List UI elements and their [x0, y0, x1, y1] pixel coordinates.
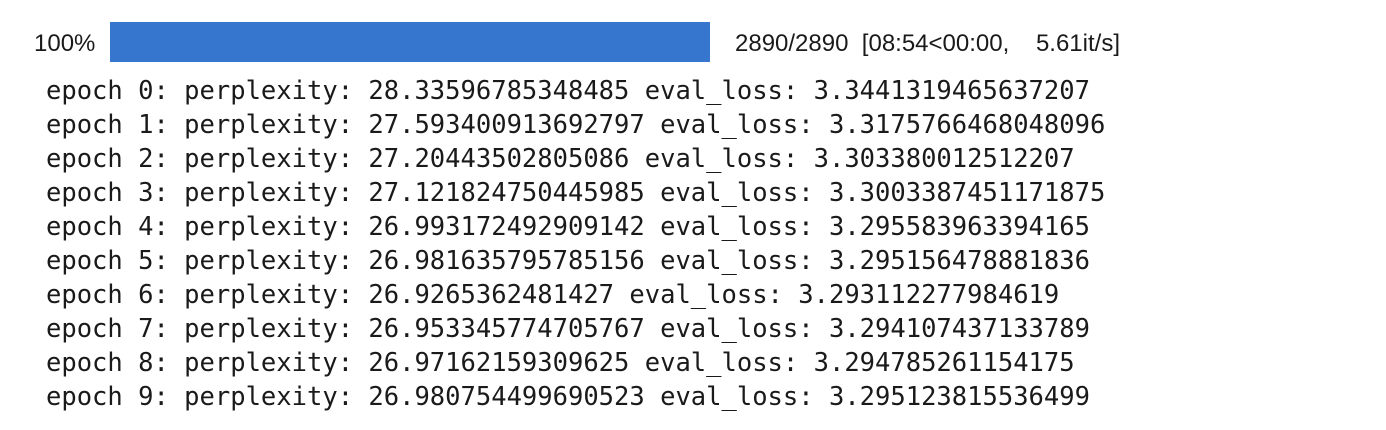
log-line: epoch 8: perplexity: 26.97162159309625 e… — [46, 348, 1075, 378]
progress-row: 100% 2890/2890 [08:54<00:00, 5.61it/s] — [0, 22, 1386, 62]
notebook-output-cell: 100% 2890/2890 [08:54<00:00, 5.61it/s] e… — [0, 0, 1386, 430]
log-line: epoch 6: perplexity: 26.9265362481427 ev… — [46, 280, 1060, 310]
log-line: epoch 2: perplexity: 27.20443502805086 e… — [46, 144, 1075, 174]
progress-percent: 100% — [34, 30, 96, 57]
progress-rate: 5.61it/s] — [1035, 30, 1120, 57]
progress-timing: [08:54<00:00, — [861, 30, 1010, 57]
log-line: epoch 9: perplexity: 26.980754499690523 … — [46, 382, 1090, 412]
progress-bar — [110, 22, 710, 62]
progress-bar-fill — [110, 22, 710, 62]
progress-stats: 2890/2890 [08:54<00:00, 5.61it/s] — [735, 22, 1120, 62]
log-line: epoch 3: perplexity: 27.121824750445985 … — [46, 178, 1106, 208]
log-line: epoch 4: perplexity: 26.993172492909142 … — [46, 212, 1090, 242]
log-line: epoch 0: perplexity: 28.33596785348485 e… — [46, 76, 1090, 106]
log-line: epoch 5: perplexity: 26.981635795785156 … — [46, 246, 1090, 276]
log-line: epoch 1: perplexity: 27.593400913692797 … — [46, 110, 1106, 140]
progress-count: 2890/2890 — [735, 30, 849, 57]
training-log: epoch 0: perplexity: 28.33596785348485 e… — [46, 74, 1105, 414]
log-line: epoch 7: perplexity: 26.953345774705767 … — [46, 314, 1090, 344]
